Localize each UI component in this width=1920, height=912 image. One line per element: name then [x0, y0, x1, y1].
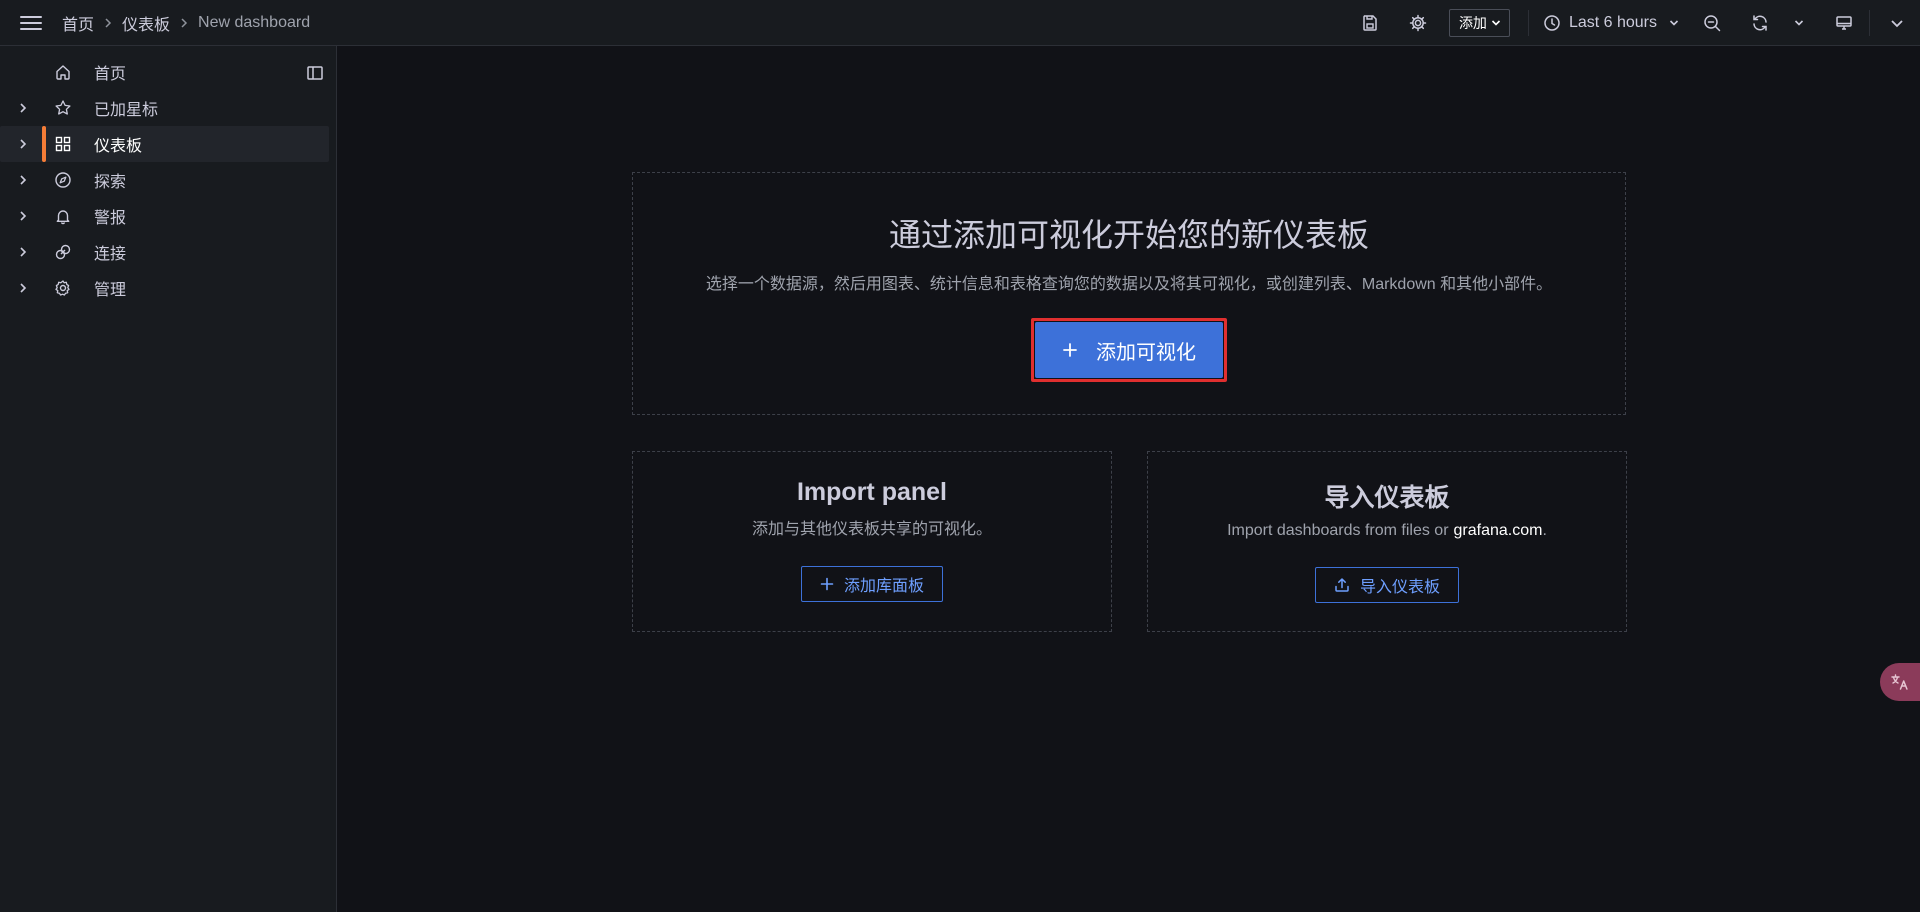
breadcrumb: 首页 仪表板 New dashboard — [62, 11, 310, 35]
translate-widget[interactable] — [1880, 663, 1920, 701]
zoom-out-icon — [1703, 14, 1721, 32]
import-dashboard-button[interactable]: 导入仪表板 — [1314, 567, 1459, 603]
monitor-icon — [1835, 14, 1853, 32]
chevron-down-icon — [1794, 19, 1804, 27]
sidebar-item-label: 探索 — [94, 174, 127, 191]
cog-icon — [53, 278, 73, 298]
time-range-label: Last 6 hours — [1568, 14, 1657, 31]
kiosk-mode-button[interactable] — [1823, 0, 1865, 46]
chevron-right-icon[interactable] — [15, 280, 31, 296]
refresh-button[interactable] — [1739, 0, 1781, 46]
toolbar-divider — [1527, 10, 1529, 36]
breadcrumb-current: New dashboard — [198, 13, 311, 31]
chevron-right-icon[interactable] — [15, 208, 31, 224]
sidebar-item-label: 连接 — [94, 246, 127, 263]
chevron-down-icon — [1669, 19, 1679, 27]
sidebar-item-label: 警报 — [94, 210, 127, 227]
chevron-down-icon — [1890, 18, 1904, 28]
breadcrumb-dashboards[interactable]: 仪表板 — [122, 11, 170, 35]
chevron-right-icon[interactable] — [15, 136, 31, 152]
hamburger-icon — [20, 15, 42, 31]
sidebar-item-label: 仪表板 — [94, 138, 143, 155]
time-range-picker[interactable]: Last 6 hours — [1537, 0, 1685, 46]
refresh-icon — [1751, 14, 1769, 32]
add-library-panel-button[interactable]: 添加库面板 — [800, 566, 943, 602]
add-label: 添加 — [1458, 15, 1487, 31]
chevron-right-icon[interactable] — [15, 100, 31, 116]
gear-icon — [1409, 14, 1427, 32]
sidebar-item-connections[interactable]: 连接 — [0, 234, 329, 270]
sidebar-item-label: 首页 — [94, 66, 127, 83]
chevron-right-icon — [104, 17, 112, 29]
sidebar-item-label: 管理 — [94, 282, 127, 299]
chevron-right-icon[interactable] — [15, 172, 31, 188]
plus-icon — [1062, 342, 1078, 358]
sidebar-item-administration[interactable]: 管理 — [0, 270, 329, 306]
menu-toggle-button[interactable] — [0, 0, 62, 46]
grafana-com-link[interactable]: grafana.com — [1454, 522, 1543, 539]
sidebar-item-home[interactable]: 首页 — [0, 54, 329, 90]
empty-state-title: 通过添加可视化开始您的新仪表板 — [888, 217, 1369, 253]
import-dashboard-description-suffix: . — [1542, 522, 1547, 539]
import-panel-description: 添加与其他仪表板共享的可视化。 — [751, 521, 992, 538]
add-visualization-card: 通过添加可视化开始您的新仪表板 选择一个数据源，然后用图表、统计信息和表格查询您… — [632, 172, 1626, 415]
toolbar-divider — [1869, 10, 1870, 36]
save-icon — [1361, 14, 1379, 32]
translate-icon — [1890, 673, 1910, 691]
import-panel-title: Import panel — [796, 478, 947, 506]
chevron-right-icon — [180, 17, 188, 29]
add-dropdown-button[interactable]: 添加 — [1448, 9, 1510, 37]
add-visualization-label: 添加可视化 — [1096, 341, 1196, 364]
bell-icon — [53, 206, 73, 226]
sidebar-item-alerting[interactable]: 警报 — [0, 198, 329, 234]
chevron-right-icon[interactable] — [15, 244, 31, 260]
import-panel-card: Import panel 添加与其他仪表板共享的可视化。 添加库面板 — [632, 451, 1112, 632]
zoom-out-button[interactable] — [1691, 0, 1733, 46]
import-dashboard-description-text: Import dashboards from files or — [1227, 522, 1449, 539]
plus-icon — [820, 577, 834, 591]
sidebar-item-dashboards[interactable]: 仪表板 — [0, 126, 329, 162]
refresh-interval-dropdown[interactable] — [1781, 0, 1817, 46]
empty-state-description: 选择一个数据源，然后用图表、统计信息和表格查询您的数据以及将其可视化，或创建列表… — [705, 276, 1553, 293]
upload-icon — [1334, 577, 1350, 593]
add-visualization-button[interactable]: 添加可视化 — [1035, 322, 1223, 378]
star-icon — [53, 98, 73, 118]
top-bar: 首页 仪表板 New dashboard 添加 Last 6 hours — [0, 0, 1920, 46]
dashboard-settings-button[interactable] — [1397, 0, 1439, 46]
breadcrumb-home[interactable]: 首页 — [62, 11, 94, 35]
active-indicator — [42, 126, 46, 162]
import-dashboard-title: 导入仪表板 — [1324, 484, 1450, 512]
import-dashboard-card: 导入仪表板 Import dashboards from files or gr… — [1147, 451, 1627, 632]
highlight-box: 添加可视化 — [1031, 318, 1227, 382]
import-dashboard-description: Import dashboards from files or grafana.… — [1227, 522, 1547, 540]
sidebar-item-starred[interactable]: 已加星标 — [0, 90, 329, 126]
sidebar-nav: 首页 已加星标 仪表板 探索 警报 连接 管理 — [0, 46, 337, 912]
collapse-header-button[interactable] — [1874, 0, 1920, 46]
chevron-down-icon — [1491, 19, 1501, 27]
save-dashboard-button[interactable] — [1349, 0, 1391, 46]
import-dashboard-label: 导入仪表板 — [1359, 579, 1440, 596]
home-icon — [53, 62, 73, 82]
clock-icon — [1543, 14, 1561, 32]
compass-icon — [53, 170, 73, 190]
add-library-panel-label: 添加库面板 — [843, 578, 924, 595]
dashboard-toolbar: 添加 Last 6 hours — [1349, 0, 1920, 46]
apps-icon — [53, 134, 73, 154]
sidebar-item-label: 已加星标 — [94, 102, 159, 119]
link-icon — [53, 242, 73, 262]
sidebar-item-explore[interactable]: 探索 — [0, 162, 329, 198]
